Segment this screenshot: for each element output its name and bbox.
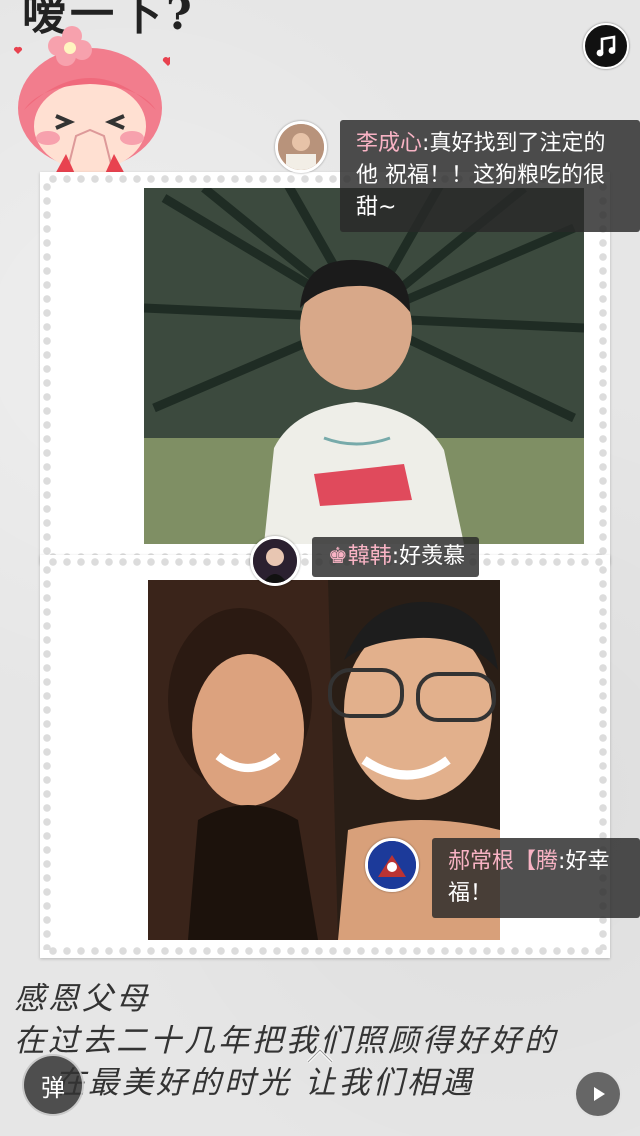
handwritten-caption: 感恩父母 在过去二十几年把我们照顾得好好的 在最美好的时光 让我们相遇 xyxy=(14,978,634,1104)
commenter-avatar-2[interactable] xyxy=(250,536,300,586)
comment-text: 好羡慕 xyxy=(399,544,466,569)
comment-author: 李成心 xyxy=(356,131,423,156)
danmu-comment-1: 李成心:真好找到了注定的他 祝福！！这狗粮吃的很甜~ xyxy=(340,120,640,232)
music-note-icon xyxy=(596,35,616,57)
danmu-comment-3: 郝常根【腾:好幸福！ xyxy=(432,838,640,918)
chevron-up-icon[interactable] xyxy=(304,1046,336,1066)
commenter-avatar-1[interactable] xyxy=(275,121,327,173)
caption-line-1: 感恩父母 xyxy=(14,981,150,1017)
commenter-avatar-3[interactable] xyxy=(365,838,419,892)
danmu-comment-2: ♚韓韩:好羡慕 xyxy=(312,537,480,577)
caption-line-3: 在最美好的时光 让我们相遇 xyxy=(54,1065,475,1101)
comment-author: 郝常根【腾 xyxy=(448,849,559,874)
childhood-photo[interactable] xyxy=(144,188,584,544)
comment-author: ♚韓韩 xyxy=(328,544,392,569)
cartoon-girl-sticker xyxy=(13,26,170,176)
play-icon xyxy=(594,1087,605,1101)
music-button[interactable] xyxy=(583,23,629,69)
play-button[interactable] xyxy=(574,1070,622,1118)
danmu-toggle-button[interactable]: 弹 xyxy=(22,1054,84,1116)
